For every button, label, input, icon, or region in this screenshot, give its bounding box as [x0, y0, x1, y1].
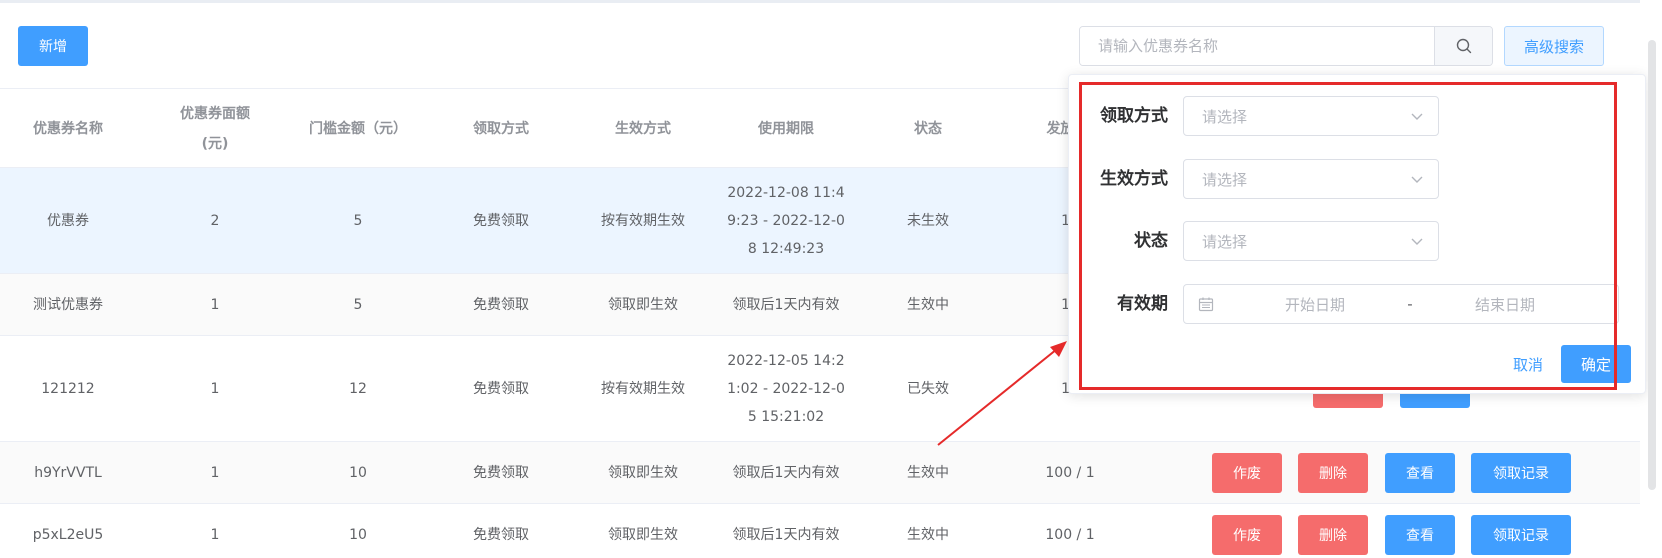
vertical-scrollbar[interactable] — [1648, 40, 1656, 490]
cell-issue: 100 / 1 — [1045, 526, 1095, 543]
cell-period: 领取后1天内有效 — [732, 464, 840, 481]
cell-threshold: 10 — [349, 526, 367, 543]
cell-effect-method: 按有效期生效 — [601, 212, 685, 229]
void-button[interactable]: 作废 — [1212, 453, 1282, 493]
cell-status: 未生效 — [907, 212, 949, 229]
calendar-icon — [1198, 297, 1214, 312]
view-button[interactable]: 查看 — [1385, 453, 1455, 493]
search-button[interactable] — [1434, 27, 1492, 65]
cell-status: 生效中 — [907, 296, 949, 313]
period-date-range[interactable]: 开始日期 - 结束日期 — [1183, 284, 1619, 324]
effect-method-placeholder: 请选择 — [1202, 170, 1248, 189]
table-row[interactable]: h9YrVVTL 1 10 免费领取 领取即生效 领取后1天内有效 生效中 10… — [0, 442, 1640, 504]
effect-method-label: 生效方式 — [1100, 169, 1168, 189]
cell-threshold: 5 — [353, 212, 363, 229]
receive-method-select[interactable]: 请选择 — [1183, 96, 1439, 136]
cell-face-value: 1 — [210, 296, 220, 313]
cell-status: 生效中 — [907, 526, 949, 543]
cell-name: p5xL2eU5 — [32, 526, 104, 543]
confirm-button[interactable]: 确定 — [1561, 345, 1631, 383]
cell-effect-method: 领取即生效 — [608, 296, 678, 313]
search-box — [1079, 26, 1493, 66]
header-threshold: 门槛金额（元） — [309, 121, 407, 137]
cell-receive-method: 免费领取 — [473, 526, 529, 543]
receive-method-label: 领取方式 — [1100, 106, 1168, 126]
header-face-value: 优惠券面额 (元) — [180, 106, 250, 152]
cell-name: 测试优惠券 — [33, 296, 103, 313]
cell-threshold: 12 — [349, 380, 367, 397]
cell-effect-method: 领取即生效 — [608, 526, 678, 543]
advanced-search-button[interactable]: 高级搜索 — [1504, 26, 1604, 66]
receive-records-button[interactable]: 领取记录 — [1471, 515, 1571, 555]
view-button[interactable]: 查看 — [1385, 515, 1455, 555]
search-icon — [1456, 38, 1471, 54]
status-label: 状态 — [1134, 231, 1168, 251]
top-divider — [0, 0, 1640, 3]
void-button[interactable]: 作废 — [1212, 515, 1282, 555]
cell-threshold: 5 — [353, 296, 363, 313]
header-effect-method: 生效方式 — [615, 121, 671, 137]
cell-face-value: 1 — [210, 526, 220, 543]
start-date-input[interactable]: 开始日期 — [1240, 294, 1390, 315]
cell-receive-method: 免费领取 — [473, 212, 529, 229]
end-date-input[interactable]: 结束日期 — [1430, 294, 1580, 315]
delete-button[interactable]: 删除 — [1298, 453, 1368, 493]
coupon-search-input[interactable] — [1080, 27, 1434, 65]
delete-button[interactable]: 删除 — [1298, 515, 1368, 555]
header-name: 优惠券名称 — [33, 121, 103, 137]
cell-face-value: 2 — [210, 212, 220, 229]
receive-method-placeholder: 请选择 — [1202, 107, 1248, 126]
effect-method-select[interactable]: 请选择 — [1183, 159, 1439, 199]
cancel-button[interactable]: 取消 — [1500, 345, 1556, 383]
cell-face-value: 1 — [210, 380, 220, 397]
cell-name: 优惠券 — [47, 212, 89, 229]
table-row[interactable]: p5xL2eU5 1 10 免费领取 领取即生效 领取后1天内有效 生效中 10… — [0, 504, 1640, 558]
cell-effect-method: 领取即生效 — [608, 464, 678, 481]
cell-face-value: 1 — [210, 464, 220, 481]
cell-period: 领取后1天内有效 — [732, 526, 840, 543]
status-select[interactable]: 请选择 — [1183, 221, 1439, 261]
cell-effect-method: 按有效期生效 — [601, 380, 685, 397]
chevron-down-icon — [1411, 176, 1423, 183]
header-period: 使用期限 — [758, 121, 814, 137]
add-button[interactable]: 新增 — [18, 26, 88, 66]
cell-period: 2022-12-08 11:4 9:23 - 2022-12-0 8 12:49… — [727, 184, 845, 257]
header-receive-method: 领取方式 — [473, 121, 529, 137]
cell-period: 领取后1天内有效 — [732, 296, 840, 313]
cell-receive-method: 免费领取 — [473, 380, 529, 397]
cell-name: h9YrVVTL — [34, 464, 102, 481]
cell-name: 121212 — [41, 380, 95, 397]
status-placeholder: 请选择 — [1202, 232, 1248, 251]
cell-receive-method: 免费领取 — [473, 464, 529, 481]
cell-receive-method: 免费领取 — [473, 296, 529, 313]
period-label: 有效期 — [1117, 294, 1168, 314]
header-status: 状态 — [914, 121, 942, 137]
annotation-arrow-icon — [937, 341, 1067, 446]
receive-records-button[interactable]: 领取记录 — [1471, 453, 1571, 493]
cell-period: 2022-12-05 14:2 1:02 - 2022-12-0 5 15:21… — [727, 352, 845, 425]
cell-threshold: 10 — [349, 464, 367, 481]
chevron-down-icon — [1411, 113, 1423, 120]
chevron-down-icon — [1411, 238, 1423, 245]
range-separator: - — [1407, 295, 1413, 313]
